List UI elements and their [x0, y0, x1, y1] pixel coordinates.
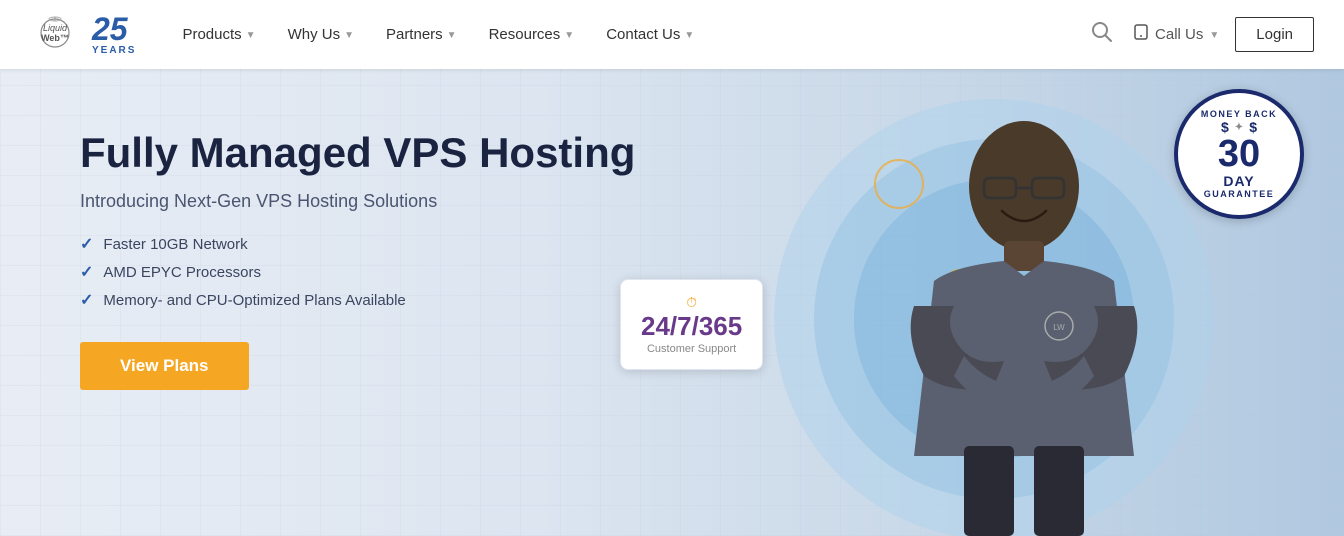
- svg-text:Web™: Web™: [41, 33, 69, 43]
- feature-text-3: Memory- and CPU-Optimized Plans Availabl…: [103, 292, 405, 309]
- navbar: Liquid Web™ 25 YEARS Products ▼ Why Us ▼…: [0, 0, 1344, 69]
- hero-section: Fully Managed VPS Hosting Introducing Ne…: [0, 69, 1344, 536]
- check-icon-1: ✓: [80, 234, 93, 254]
- nav-partners[interactable]: Partners ▼: [370, 0, 473, 69]
- phone-svg-icon: [1133, 24, 1149, 40]
- dollar-decorators: ✦: [1235, 122, 1243, 133]
- products-chevron-icon: ▼: [246, 30, 256, 41]
- money-back-days: 30: [1218, 135, 1260, 173]
- hero-subtitle: Introducing Next-Gen VPS Hosting Solutio…: [80, 191, 635, 212]
- feature-text-2: AMD EPYC Processors: [103, 264, 261, 281]
- years-badge-container: 25 YEARS: [92, 13, 136, 56]
- call-us-button[interactable]: Call Us ▼: [1133, 24, 1219, 45]
- person-image: LW: [854, 96, 1194, 536]
- feature-item-1: ✓ Faster 10GB Network: [80, 234, 635, 254]
- hero-content: Fully Managed VPS Hosting Introducing Ne…: [80, 129, 635, 390]
- support-label: Customer Support: [641, 343, 742, 355]
- why-us-chevron-icon: ▼: [344, 30, 354, 41]
- years-label: YEARS: [92, 45, 136, 56]
- search-icon: [1091, 21, 1113, 43]
- feature-item-2: ✓ AMD EPYC Processors: [80, 262, 635, 282]
- phone-icon: [1133, 24, 1149, 45]
- nav-contact-us[interactable]: Contact Us ▼: [590, 0, 710, 69]
- hero-title: Fully Managed VPS Hosting: [80, 129, 635, 177]
- contact-us-chevron-icon: ▼: [684, 30, 694, 41]
- check-icon-2: ✓: [80, 262, 93, 282]
- money-back-day-label: DAY: [1223, 173, 1254, 189]
- check-icon-3: ✓: [80, 290, 93, 310]
- logo-area: Liquid Web™ 25 YEARS: [30, 13, 136, 56]
- nav-products[interactable]: Products ▼: [166, 0, 271, 69]
- logo-icon: Liquid Web™: [30, 15, 80, 55]
- resources-chevron-icon: ▼: [564, 30, 574, 41]
- feature-item-3: ✓ Memory- and CPU-Optimized Plans Availa…: [80, 290, 635, 310]
- nav-right: Call Us ▼ Login: [1087, 17, 1314, 53]
- svg-text:LW: LW: [1053, 323, 1065, 332]
- call-us-chevron-icon: ▼: [1209, 30, 1219, 41]
- support-time-text: 24/7/365: [641, 313, 742, 339]
- nav-why-us[interactable]: Why Us ▼: [272, 0, 370, 69]
- feature-text-1: Faster 10GB Network: [103, 236, 247, 253]
- money-back-bottom-text: GUARANTEE: [1204, 189, 1275, 199]
- login-button[interactable]: Login: [1235, 17, 1314, 52]
- hero-features-list: ✓ Faster 10GB Network ✓ AMD EPYC Process…: [80, 234, 635, 310]
- years-number: 25: [92, 13, 128, 45]
- logo: Liquid Web™: [30, 15, 80, 55]
- search-button[interactable]: [1087, 17, 1117, 53]
- money-back-top-text: MONEY BACK: [1201, 109, 1277, 119]
- svg-text:Liquid: Liquid: [43, 23, 68, 33]
- nav-links: Products ▼ Why Us ▼ Partners ▼ Resources…: [166, 0, 1087, 69]
- partners-chevron-icon: ▼: [447, 30, 457, 41]
- money-back-badge: MONEY BACK $ ✦ $ 30 DAY GUARANTEE: [1174, 89, 1304, 219]
- clock-icon: ⏱: [641, 294, 742, 311]
- view-plans-button[interactable]: View Plans: [80, 342, 249, 390]
- person-svg: LW: [874, 106, 1174, 536]
- support-badge: ⏱ 24/7/365 Customer Support: [620, 279, 763, 370]
- nav-resources[interactable]: Resources ▼: [473, 0, 591, 69]
